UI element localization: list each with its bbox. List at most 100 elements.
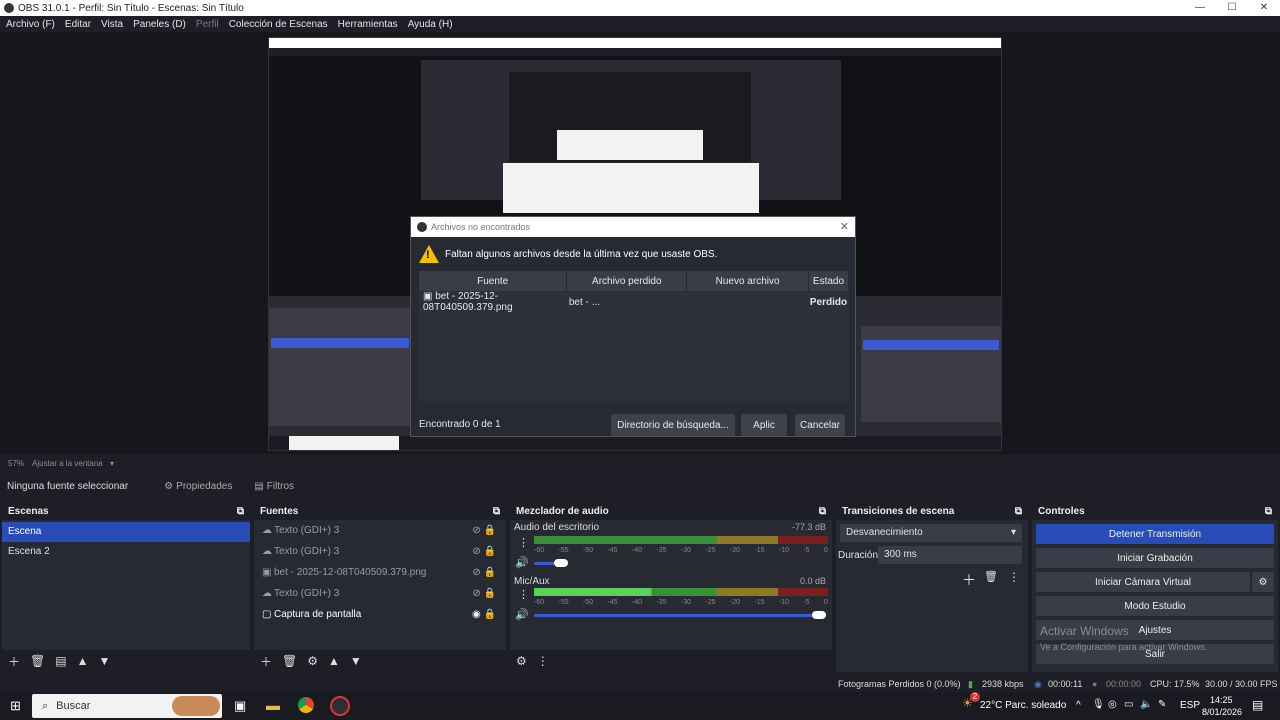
apply-button[interactable]: Aplic (741, 414, 787, 436)
undock-icon[interactable]: ⧉ (1015, 506, 1022, 517)
add-icon[interactable]: ＋ (8, 653, 20, 670)
scene-item[interactable]: Escena (2, 522, 250, 542)
close-button[interactable]: ✕ (1248, 0, 1280, 16)
kebab-menu-icon[interactable]: ⋮ (518, 588, 529, 601)
menu-perfil[interactable]: Perfil (196, 19, 219, 30)
windows-start-icon[interactable]: ⊞ (10, 698, 21, 714)
column-fuente: Fuente (419, 271, 568, 291)
start-recording-button[interactable]: Iniciar Grabación (1036, 548, 1274, 568)
column-nuevo-archivo: Nuevo archivo (686, 271, 809, 291)
lock-icon[interactable]: 🔒 (484, 546, 496, 557)
undock-icon[interactable]: ⧉ (237, 506, 244, 517)
lock-icon[interactable]: 🔒 (484, 588, 496, 599)
lock-icon[interactable]: 🔒 (484, 567, 496, 578)
source-item[interactable]: ☁ Texto (GDI+) 3 ⊘ 🔒 (254, 583, 506, 604)
search-directory-button[interactable]: Directorio de búsqueda... (611, 414, 735, 436)
dialog-close-icon[interactable]: ✕ (840, 220, 849, 233)
clock-date[interactable]: 8/01/2026 (1202, 707, 1242, 717)
gear-icon[interactable]: ⚙ (516, 654, 527, 668)
source-item[interactable]: ☁ Texto (GDI+) 3 ⊘ 🔒 (254, 520, 506, 541)
zoom-fit-select[interactable]: Ajustar a la ventana (32, 459, 103, 468)
kebab-menu-icon[interactable]: ⋮ (518, 536, 529, 549)
eye-hidden-icon[interactable]: ⊘ (472, 525, 480, 536)
dialog-title: Archivos no encontrados (431, 222, 531, 232)
minimize-button[interactable]: — (1184, 0, 1216, 16)
menu-ayuda[interactable]: Ayuda (H) (408, 19, 453, 30)
transition-select[interactable]: Desvanecimiento ▾ (840, 524, 1022, 542)
task-view-icon[interactable]: ▣ (234, 698, 246, 714)
dialog-titlebar: Archivos no encontrados ✕ (411, 217, 855, 237)
gear-icon[interactable]: ⚙ (1252, 572, 1274, 592)
filters-button[interactable]: Filtros (267, 481, 294, 492)
undock-icon[interactable]: ⧉ (1265, 506, 1272, 517)
trash-icon[interactable]: 🗑 (984, 570, 998, 583)
trash-icon[interactable]: 🗑 (30, 654, 45, 668)
source-item[interactable]: ☁ Texto (GDI+) 3 ⊘ 🔒 (254, 541, 506, 562)
speaker-icon[interactable]: 🔊 (515, 608, 529, 621)
taskbar-search[interactable]: ⌕ Buscar (32, 694, 222, 718)
undock-icon[interactable]: ⧉ (493, 506, 500, 517)
lock-icon[interactable]: 🔒 (484, 525, 496, 536)
undock-icon[interactable]: ⧉ (819, 506, 826, 517)
move-down-icon[interactable]: ▼ (350, 654, 362, 668)
menu-vista[interactable]: Vista (101, 19, 123, 30)
kebab-menu-icon[interactable]: ⋮ (537, 654, 549, 668)
source-item[interactable]: ▣ bet - 2025-12-08T040509.379.png ⊘ 🔒 (254, 562, 506, 583)
trash-icon[interactable]: 🗑 (282, 654, 297, 668)
eye-icon[interactable]: ◉ (472, 609, 481, 620)
duration-field[interactable]: 300 ms (878, 546, 1022, 564)
move-down-icon[interactable]: ▼ (98, 654, 110, 668)
cancel-button[interactable]: Cancelar (795, 414, 845, 436)
stop-stream-button[interactable]: Detener Transmisión (1036, 524, 1274, 544)
menu-herramientas[interactable]: Herramientas (338, 19, 398, 30)
menu-paneles[interactable]: Paneles (D) (133, 19, 186, 30)
lock-icon[interactable]: 🔒 (484, 609, 496, 620)
properties-button[interactable]: Propiedades (176, 481, 232, 492)
mic-knob[interactable] (812, 611, 826, 619)
mic-db: 0.0 dB (799, 576, 826, 586)
menu-coleccion[interactable]: Colección de Escenas (229, 19, 328, 30)
pen-tray-icon[interactable]: ✎ (1158, 699, 1166, 710)
display-tray-icon[interactable]: ▭ (1124, 699, 1133, 710)
audio-mixer-panel: Mezclador de audio ⧉ Audio del escritorio… (510, 502, 832, 672)
file-explorer-icon[interactable]: ▬ (266, 697, 280, 713)
volume-tray-icon[interactable]: 🔈 (1140, 699, 1152, 710)
eye-hidden-icon[interactable]: ⊘ (472, 588, 480, 599)
move-up-icon[interactable]: ▲ (77, 654, 89, 668)
eye-hidden-icon[interactable]: ⊘ (472, 546, 480, 557)
cpu-usage: CPU: 17.5% (1150, 679, 1200, 689)
table-row[interactable]: ▣ bet - 2025-12-08T040509.379.png bet - … (419, 291, 849, 313)
filter-icon[interactable]: ▤ (55, 654, 66, 668)
tray-chevron-icon[interactable]: ^ (1076, 700, 1081, 711)
mic-slider[interactable] (534, 614, 826, 617)
chrome-icon[interactable] (298, 697, 314, 713)
studio-mode-button[interactable]: Modo Estudio (1036, 596, 1274, 616)
mic-tray-icon[interactable]: 🎙 (1092, 699, 1105, 710)
add-icon[interactable]: ＋ (260, 653, 272, 670)
menu-archivo[interactable]: Archivo (F) (6, 19, 55, 30)
obs-taskbar-icon[interactable] (330, 696, 350, 716)
gear-icon[interactable]: ⚙ (307, 654, 318, 668)
stream-icon: ◉ (1034, 679, 1042, 689)
warning-message: ! Faltan algunos archivos desde la últim… (419, 245, 717, 263)
scene-item[interactable]: Escena 2 (2, 542, 250, 562)
eye-hidden-icon[interactable]: ⊘ (472, 567, 480, 578)
obs-tray-icon[interactable]: ◎ (1108, 699, 1117, 710)
kebab-menu-icon[interactable]: ⋮ (1008, 570, 1020, 584)
row-new-file[interactable] (687, 291, 809, 313)
language-indicator[interactable]: ESP (1180, 700, 1200, 711)
move-up-icon[interactable]: ▲ (328, 654, 340, 668)
source-item[interactable]: ▢ Captura de pantalla ◉ 🔒 (254, 604, 506, 625)
dropped-frames: Fotogramas Perdidos 0 (0.0%) (838, 679, 961, 689)
desktop-audio-knob[interactable] (554, 559, 568, 567)
title-bar: OBS 31.0.1 - Perfil: Sin Título - Escena… (0, 0, 1280, 16)
notification-center-icon[interactable]: ▤ (1252, 698, 1263, 712)
chevron-down-icon[interactable]: ▾ (110, 459, 114, 468)
add-icon[interactable]: ＋ (962, 570, 976, 590)
row-lost-file[interactable]: bet - ... (567, 291, 687, 313)
menu-editar[interactable]: Editar (65, 19, 91, 30)
speaker-icon[interactable]: 🔊 (515, 556, 529, 569)
clock-time[interactable]: 14:25 (1210, 695, 1233, 705)
virtual-camera-button[interactable]: Iniciar Cámara Virtual (1036, 572, 1250, 592)
maximize-button[interactable]: ☐ (1216, 0, 1248, 16)
